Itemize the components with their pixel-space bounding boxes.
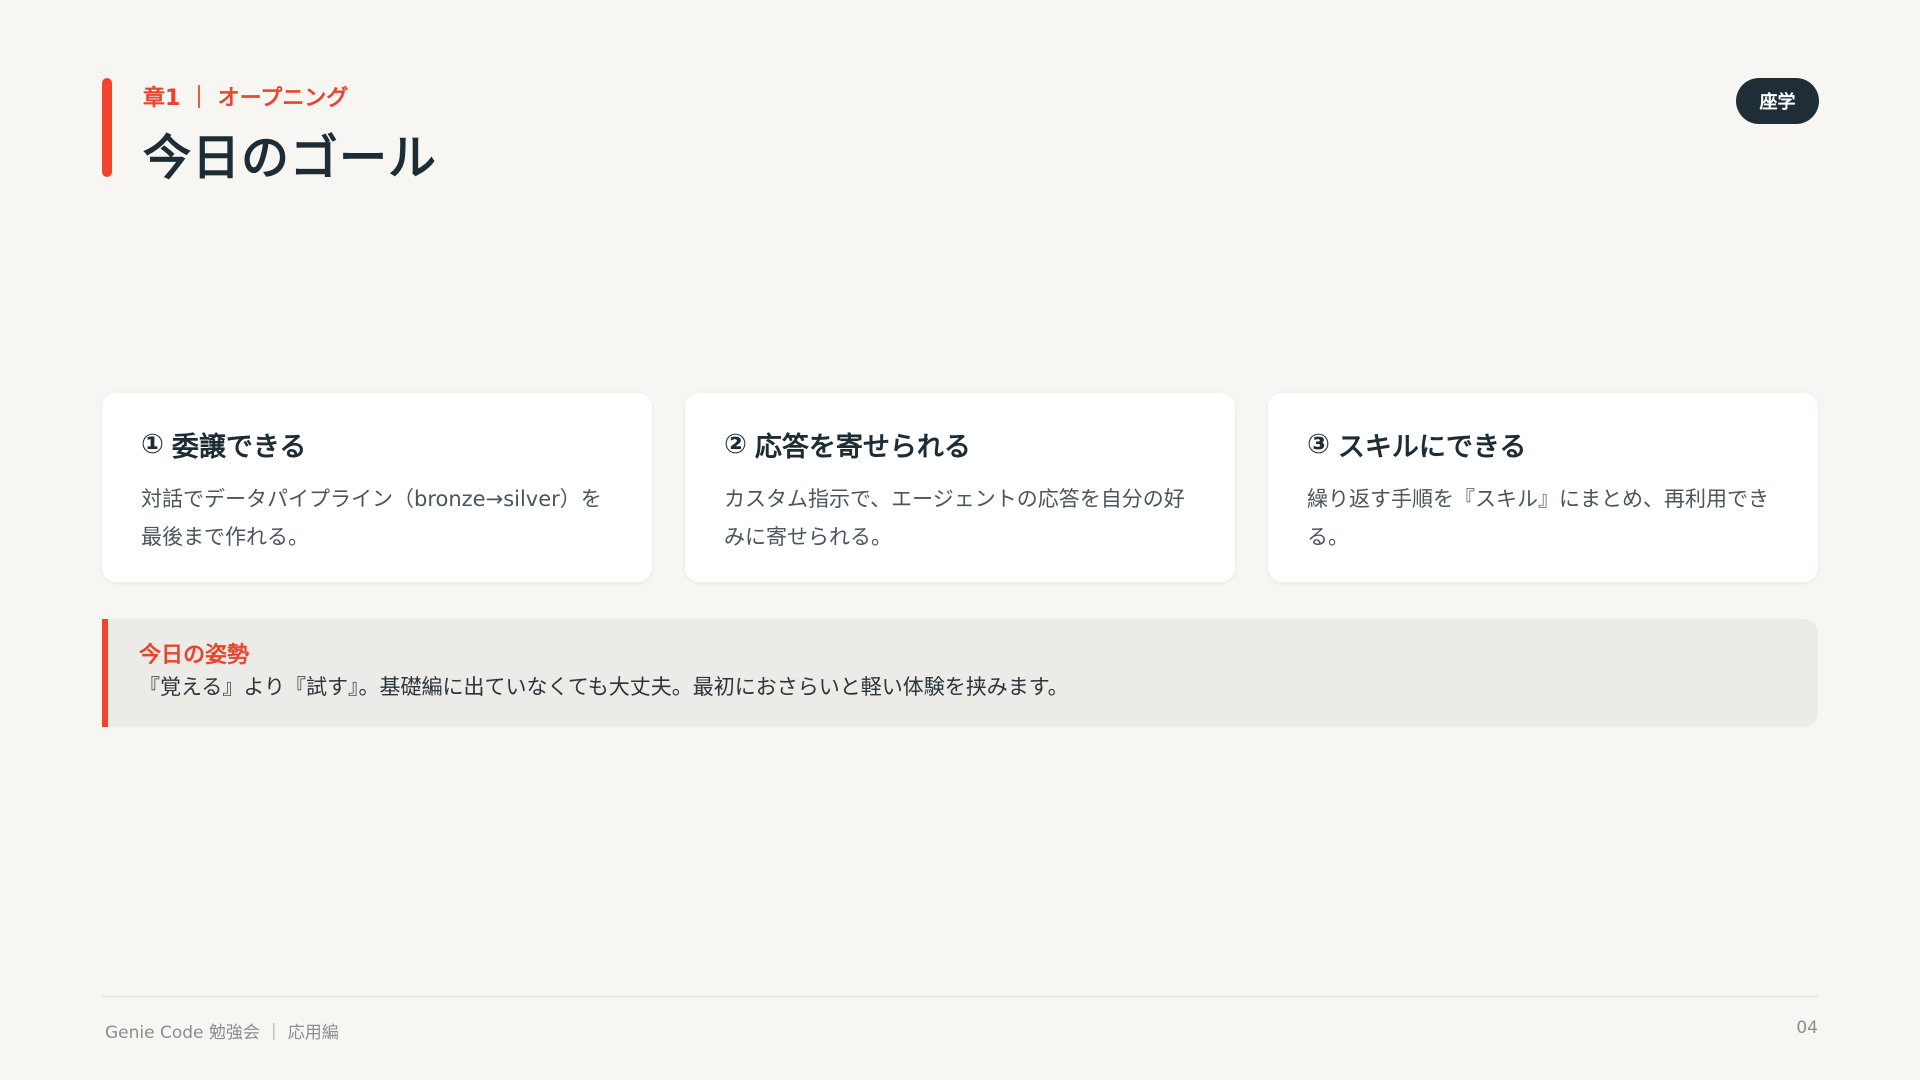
goal-description: カスタム指示で、エージェントの応答を自分の好みに寄せられる。: [724, 487, 1185, 549]
goal-title: スキルにできる: [1337, 432, 1527, 463]
session-type-badge: 座学: [1736, 78, 1819, 124]
slide: 章1 ｜ オープニング 今日のゴール 座学 ① 委譲できる 対話でデータパイプラ…: [0, 0, 1920, 1080]
page-number: 04: [1796, 1018, 1818, 1038]
goal-description: 対話でデータパイプライン（bronze→silver）を最後まで作れる。: [141, 487, 602, 549]
goal-card-title: ③ スキルにできる: [1307, 425, 1782, 464]
attitude-text: 『覚える』より『試す』。基礎編に出ていなくても大丈夫。最初におさらいと軽い体験を…: [139, 675, 1069, 699]
footer-course-name: Genie Code 勉強会 ｜ 応用編: [105, 1023, 339, 1043]
page-title: 今日のゴール: [143, 130, 438, 186]
footer-divider: [102, 996, 1818, 997]
goal-card-3: ③ スキルにできる 繰り返す手順を『スキル』にまとめ、再利用できる。: [1268, 393, 1818, 582]
goal-title: 応答を寄せられる: [754, 432, 971, 463]
title-accent-bar: [102, 78, 112, 177]
goal-card-title: ① 委譲できる: [141, 425, 616, 464]
attitude-title: 今日の姿勢: [139, 643, 250, 668]
goal-card-title: ② 応答を寄せられる: [724, 425, 1199, 464]
attitude-callout: 今日の姿勢 『覚える』より『試す』。基礎編に出ていなくても大丈夫。最初におさらい…: [102, 619, 1818, 727]
goal-card-1: ① 委譲できる 対話でデータパイプライン（bronze→silver）を最後まで…: [102, 393, 652, 582]
goal-number: ③: [1307, 429, 1330, 460]
chapter-label: 章1 ｜ オープニング: [143, 86, 349, 111]
goal-cards: ① 委譲できる 対話でデータパイプライン（bronze→silver）を最後まで…: [102, 393, 1818, 582]
goal-title: 委譲できる: [171, 432, 307, 463]
goal-card-2: ② 応答を寄せられる カスタム指示で、エージェントの応答を自分の好みに寄せられる…: [685, 393, 1235, 582]
goal-description: 繰り返す手順を『スキル』にまとめ、再利用できる。: [1307, 487, 1769, 549]
goal-number: ①: [141, 429, 164, 460]
goal-number: ②: [724, 429, 747, 460]
